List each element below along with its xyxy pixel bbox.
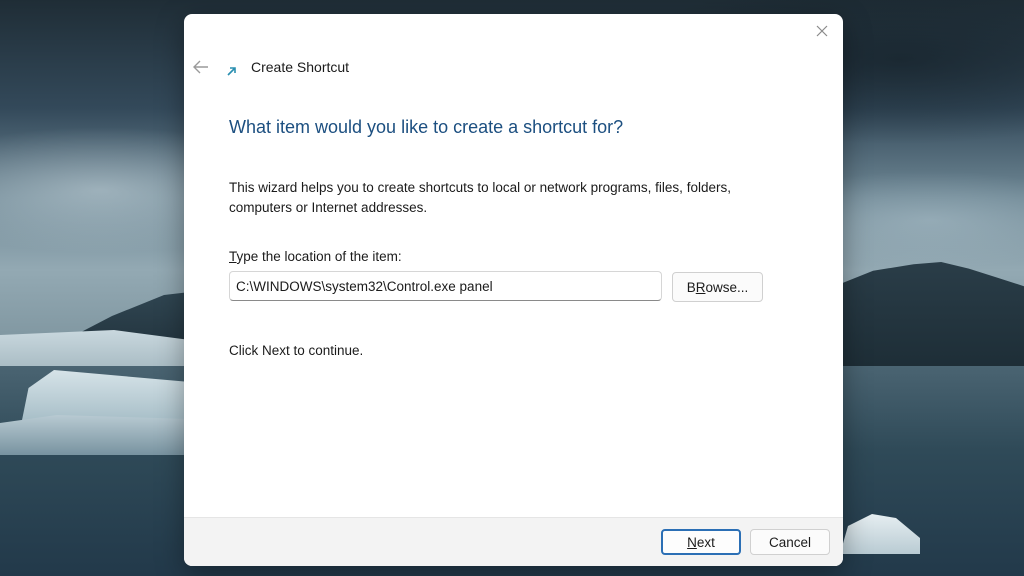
wizard-description: This wizard helps you to create shortcut… <box>229 180 731 215</box>
window-title: Create Shortcut <box>251 59 350 75</box>
close-button[interactable] <box>809 20 835 42</box>
wallpaper-mountain-right <box>840 262 1024 372</box>
shortcut-icon <box>227 67 236 76</box>
location-label: Type the location of the item: <box>229 249 402 264</box>
dialog-footer: Next Cancel <box>184 517 843 566</box>
location-input[interactable] <box>229 271 662 301</box>
location-label-text: ype the location of the item: <box>236 249 402 264</box>
wizard-heading: What item would you like to create a sho… <box>229 117 624 137</box>
wallpaper-iceberg <box>0 415 190 455</box>
back-arrow-icon <box>193 60 208 74</box>
close-icon <box>816 25 828 37</box>
create-shortcut-dialog: Create Shortcut What item would you like… <box>184 14 843 566</box>
cancel-button[interactable]: Cancel <box>750 529 830 555</box>
location-label-accel: T <box>229 249 237 264</box>
continue-hint: Click Next to continue. <box>229 343 364 358</box>
back-button[interactable] <box>190 56 212 78</box>
next-button[interactable]: Next <box>661 529 741 555</box>
browse-button[interactable]: B Rowse... <box>672 272 763 302</box>
